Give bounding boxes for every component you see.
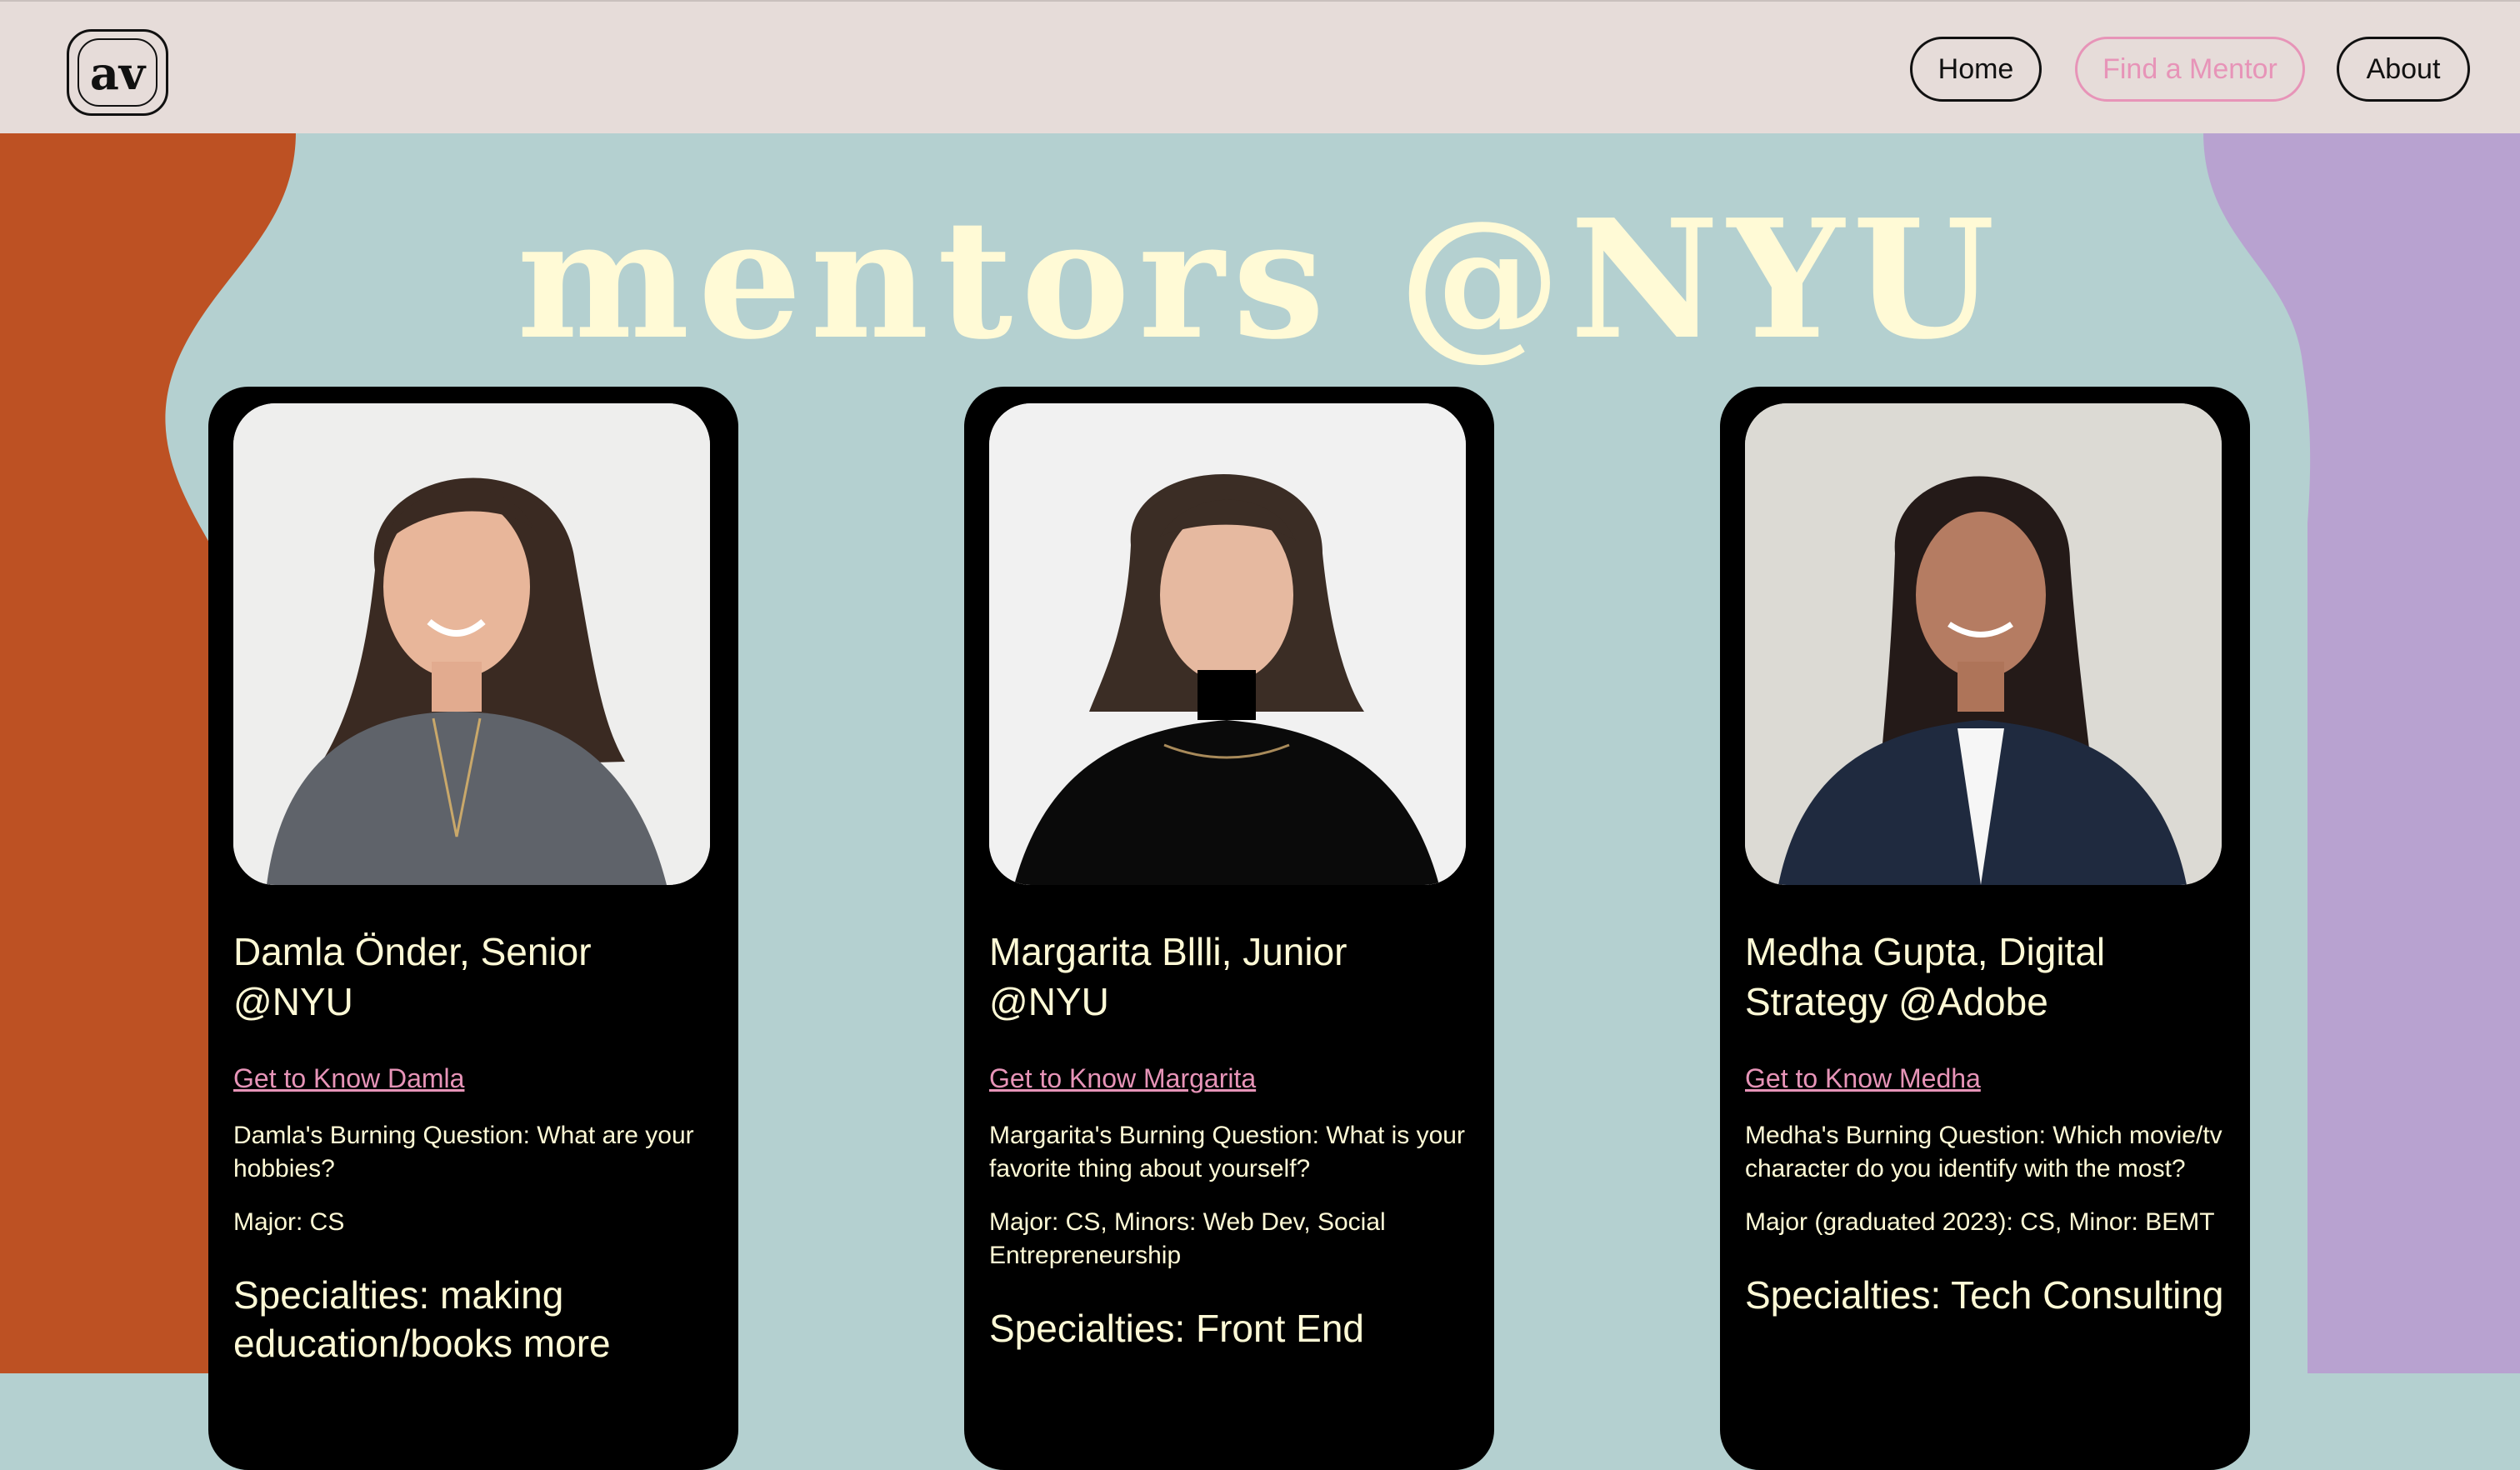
burning-question: Margarita's Burning Question: What is yo…	[989, 1122, 1465, 1182]
mentor-portrait-image	[1745, 403, 2222, 885]
top-nav-bar: av Home Find a Mentor About	[0, 0, 2520, 133]
mentor-portrait-image	[989, 403, 1466, 885]
mentor-specialties: Specialties: making education/books more	[233, 1273, 611, 1365]
mentor-specialties: Specialties: Front End	[989, 1307, 1365, 1350]
burning-question: Damla's Burning Question: What are your …	[233, 1122, 694, 1182]
nav-about-button[interactable]: About	[2337, 37, 2470, 102]
mentor-photo	[989, 403, 1466, 885]
mentor-major: Major: CS	[233, 1208, 345, 1236]
mentor-name: Margarita Bllli, Junior @NYU	[989, 930, 1348, 1023]
burning-question: Medha's Burning Question: Which movie/tv…	[1745, 1122, 2222, 1182]
mentor-photo	[1745, 403, 2222, 885]
mentor-card: Margarita Bllli, Junior @NYU Get to Know…	[964, 387, 1494, 1470]
nav-find-mentor-button[interactable]: Find a Mentor	[2075, 37, 2305, 102]
mentor-specialties: Specialties: Tech Consulting	[1745, 1273, 2224, 1317]
logo-text: av	[89, 47, 146, 100]
page-title: mentors @NYU	[517, 184, 2003, 376]
get-to-know-link[interactable]: Get to Know Medha	[1745, 1063, 1981, 1094]
mentor-major: Major (graduated 2023): CS, Minor: BEMT	[1745, 1208, 2215, 1236]
mentor-name: Damla Önder, Senior @NYU	[233, 930, 592, 1023]
get-to-know-link[interactable]: Get to Know Margarita	[989, 1063, 1256, 1094]
mentor-photo	[233, 403, 710, 885]
mentor-card: Damla Önder, Senior @NYU Get to Know Dam…	[208, 387, 738, 1470]
get-to-know-link[interactable]: Get to Know Damla	[233, 1063, 464, 1094]
site-logo[interactable]: av	[67, 29, 168, 116]
mentor-portrait-image	[233, 403, 710, 885]
mentor-major: Major: CS, Minors: Web Dev, Social Entre…	[989, 1208, 1386, 1269]
nav-home-button[interactable]: Home	[1910, 37, 2042, 102]
mentor-card: Medha Gupta, Digital Strategy @Adobe Get…	[1720, 387, 2250, 1470]
mentor-name: Medha Gupta, Digital Strategy @Adobe	[1745, 930, 2106, 1023]
